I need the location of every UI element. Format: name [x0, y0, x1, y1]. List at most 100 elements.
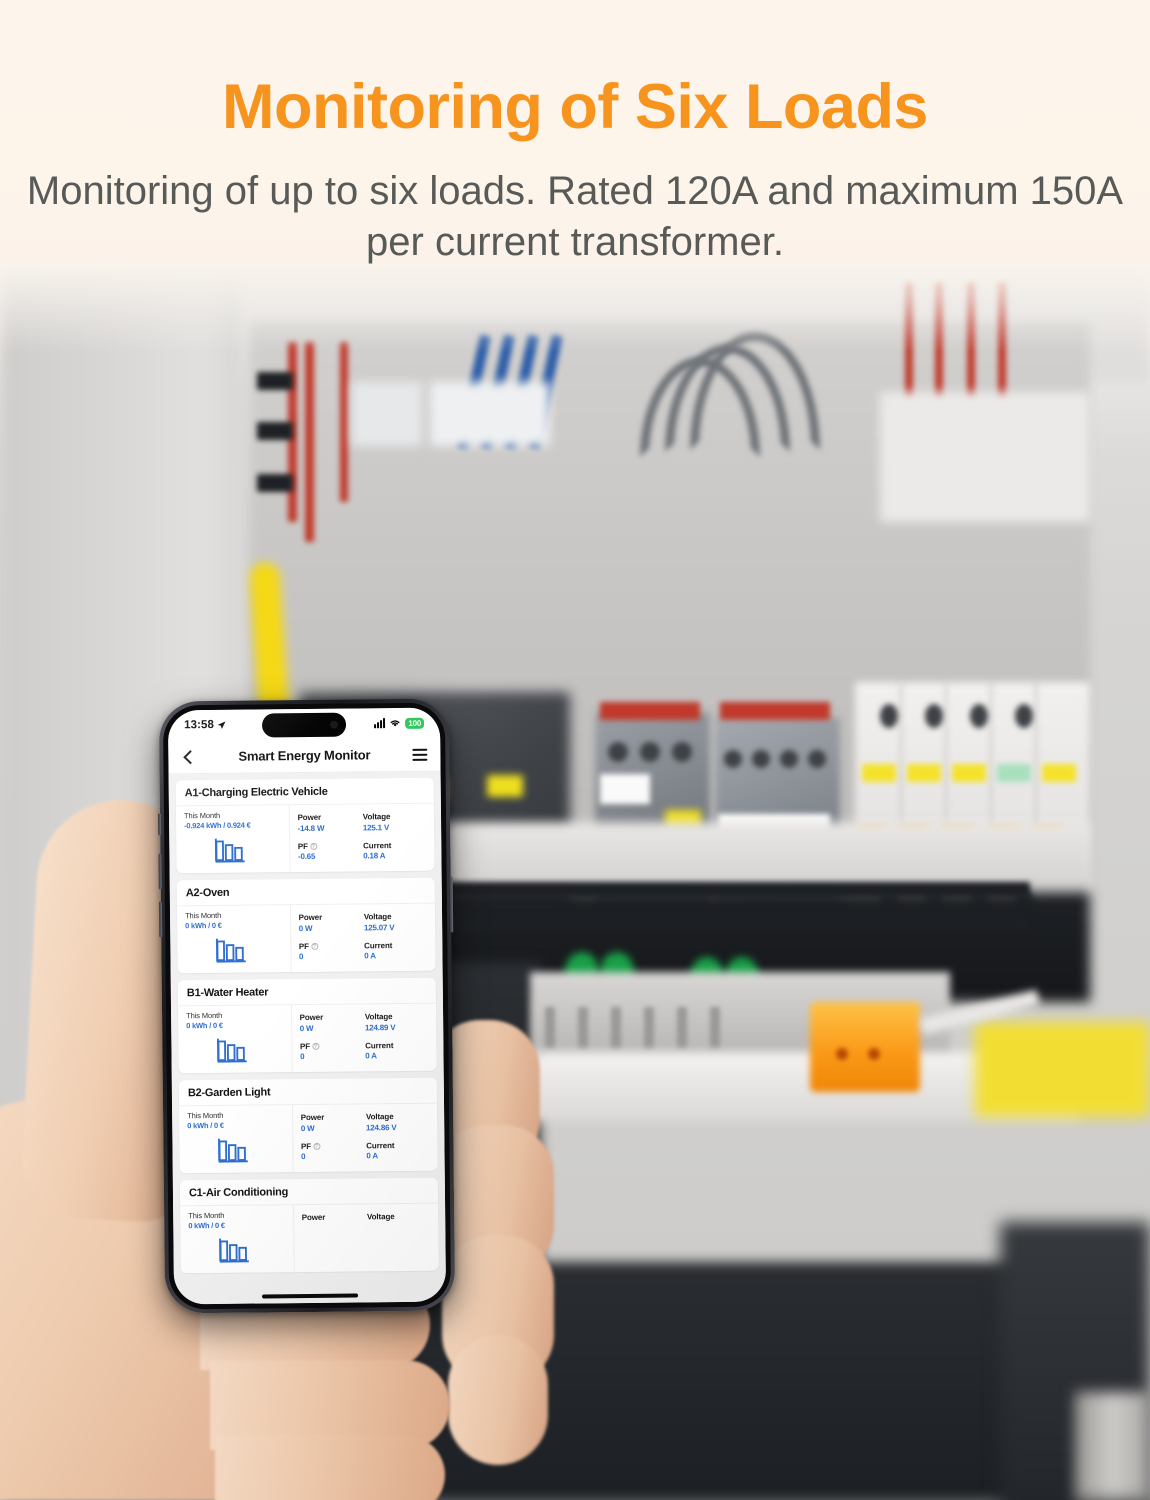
bar-chart-icon[interactable]	[213, 835, 251, 865]
phone-power-button[interactable]	[449, 876, 454, 933]
dynamic-island	[261, 712, 347, 738]
finger	[215, 1435, 445, 1500]
load-card[interactable]: B2-Garden Light This Month 0 kWh / 0 € P…	[178, 1077, 438, 1174]
load-card[interactable]: A2-Oven This Month 0 kWh / 0 € Power 0 W…	[176, 877, 436, 974]
load-metrics: Power -14.8 W Voltage 125.1 V PF ? -0.65…	[289, 804, 434, 873]
load-name: B2-Garden Light	[178, 1077, 438, 1107]
load-metrics: Power Voltage	[294, 1204, 439, 1273]
load-month-summary[interactable]: This Month 0 kWh / 0 €	[176, 905, 292, 974]
voltage-label: Voltage	[366, 1212, 395, 1222]
month-energy-value: 0 kWh / 0 €	[185, 920, 222, 931]
metric-voltage: Voltage 125.1 V	[363, 812, 428, 836]
this-month-label: This Month	[186, 1010, 223, 1021]
power-label: Power	[301, 1212, 326, 1223]
pf-label: PF	[299, 1041, 311, 1051]
page-title: Smart Energy Monitor	[238, 747, 371, 764]
headline: Monitoring of Six Loads	[222, 72, 928, 142]
phone-screen: 13:58 100 Smart Energy Monitor A1-Chargi…	[167, 707, 447, 1305]
power-label: Power	[299, 1012, 324, 1023]
metric-power: Power 0 W	[299, 912, 364, 936]
current-label: Current	[364, 940, 393, 950]
month-energy-value: 0 kWh / 0 €	[187, 1120, 224, 1131]
power-label: Power	[298, 912, 323, 923]
question-mark-info-icon[interactable]: ?	[311, 1042, 320, 1050]
power-value: -14.8 W	[297, 823, 325, 833]
metric-power: Power 0 W	[301, 1112, 366, 1136]
pf-label: PF	[297, 841, 308, 851]
question-mark-info-icon[interactable]: ?	[310, 942, 318, 950]
hamburger-menu-icon[interactable]	[412, 748, 428, 761]
pf-value: 0	[298, 952, 304, 962]
current-value: 0.18 A	[363, 851, 386, 861]
metric-voltage: Voltage	[367, 1212, 433, 1265]
bar-chart-icon[interactable]	[215, 935, 253, 965]
metric-pf: PF ? 0	[301, 1141, 366, 1165]
load-month-summary[interactable]: This Month -0.924 kWh / 0.924 €	[175, 805, 291, 874]
status-bar-time: 13:58	[183, 718, 215, 732]
metric-pf: PF ? 0	[300, 1041, 365, 1065]
load-card-body: This Month 0 kWh / 0 €	[179, 1104, 438, 1174]
current-label: Current	[365, 1040, 394, 1050]
metric-current: Current 0 A	[365, 1040, 430, 1064]
load-name: B1-Water Heater	[177, 977, 436, 1007]
load-card[interactable]: B1-Water Heater This Month 0 kWh / 0 € P…	[177, 977, 437, 1074]
current-value: 0 A	[366, 1151, 378, 1161]
smartphone-mockup: 13:58 100 Smart Energy Monitor A1-Chargi…	[157, 698, 456, 1314]
month-energy-value: 0 kWh / 0 €	[188, 1220, 225, 1231]
load-card[interactable]: A1-Charging Electric Vehicle This Month …	[175, 777, 435, 874]
load-name: A2-Oven	[176, 877, 435, 907]
home-indicator[interactable]	[262, 1293, 359, 1299]
voltage-value: 124.86 V	[365, 1122, 397, 1132]
phone-silent-switch[interactable]	[157, 813, 162, 836]
power-value: 0 W	[298, 923, 313, 933]
this-month-label: This Month	[183, 810, 221, 821]
pf-value: 0	[301, 1152, 306, 1162]
metric-power: Power	[302, 1212, 368, 1265]
headline-block: Monitoring of Six Loads Monitoring of up…	[0, 0, 1150, 300]
location-arrow-icon	[217, 720, 226, 729]
month-energy-value: -0.924 kWh / 0.924 €	[184, 820, 251, 831]
question-mark-info-icon[interactable]: ?	[312, 1142, 321, 1150]
this-month-label: This Month	[185, 910, 222, 921]
metric-voltage: Voltage 125.07 V	[364, 912, 429, 936]
load-metrics: Power 0 W Voltage 124.86 V PF ? 0 Curren…	[293, 1104, 438, 1173]
cellular-signal-icon	[374, 718, 386, 729]
metric-power: Power -14.8 W	[297, 812, 362, 836]
front-camera-lens	[330, 720, 339, 729]
metric-pf: PF ? 0	[299, 941, 364, 965]
product-feature-page: 13:58 100 Smart Energy Monitor A1-Chargi…	[0, 0, 1150, 1500]
load-card[interactable]: C1-Air Conditioning This Month 0 kWh / 0…	[179, 1177, 439, 1274]
bar-chart-icon[interactable]	[216, 1035, 254, 1065]
load-month-summary[interactable]: This Month 0 kWh / 0 €	[180, 1205, 295, 1274]
load-month-summary[interactable]: This Month 0 kWh / 0 €	[179, 1105, 294, 1174]
bar-chart-icon[interactable]	[217, 1135, 255, 1165]
pf-label-group: PF ?	[300, 1041, 365, 1051]
metric-voltage: Voltage 124.86 V	[366, 1112, 431, 1136]
current-label: Current	[366, 1140, 395, 1150]
load-card-body: This Month 0 kWh / 0 €	[180, 1204, 439, 1274]
status-bar-indicators: 100	[374, 717, 425, 729]
load-month-summary[interactable]: This Month 0 kWh / 0 €	[177, 1005, 293, 1074]
this-month-label: This Month	[188, 1210, 225, 1221]
power-value: 0 W	[299, 1023, 314, 1033]
phone-volume-up-button[interactable]	[158, 853, 162, 890]
load-metrics: Power 0 W Voltage 125.07 V PF ? 0 Curren…	[290, 904, 435, 973]
metric-current: Current 0 A	[364, 940, 429, 964]
battery-level-badge: 100	[405, 717, 425, 729]
pf-label: PF	[298, 941, 309, 951]
load-card-body: This Month 0 kWh / 0 €	[177, 1004, 437, 1074]
metric-current: Current 0 A	[366, 1140, 431, 1164]
power-label: Power	[300, 1112, 325, 1123]
back-chevron-icon[interactable]	[181, 750, 195, 764]
pf-value: -0.65	[297, 851, 316, 862]
phone-volume-down-button[interactable]	[158, 901, 163, 938]
metric-voltage: Voltage 124.89 V	[365, 1012, 430, 1036]
load-list-scroll-area[interactable]: A1-Charging Electric Vehicle This Month …	[168, 771, 447, 1305]
current-label: Current	[363, 840, 392, 850]
bar-chart-icon[interactable]	[218, 1235, 256, 1265]
voltage-label: Voltage	[363, 912, 392, 922]
load-name: A1-Charging Electric Vehicle	[175, 777, 434, 807]
power-label: Power	[297, 812, 322, 823]
current-value: 0 A	[365, 1051, 377, 1061]
question-mark-info-icon[interactable]: ?	[309, 842, 317, 850]
